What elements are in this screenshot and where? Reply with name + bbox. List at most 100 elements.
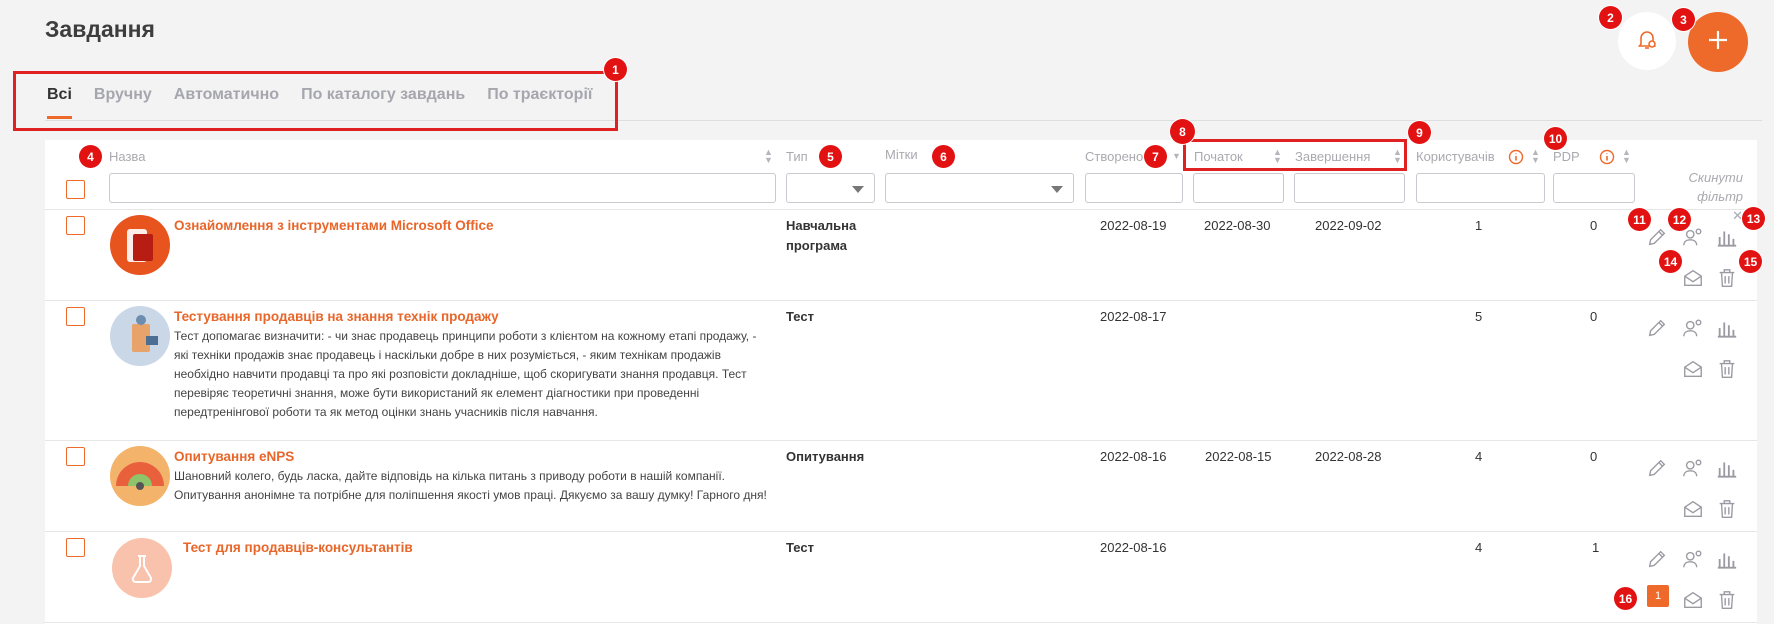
tags-filter-select[interactable]	[885, 173, 1074, 203]
statistics-icon[interactable]	[1716, 457, 1738, 479]
row-divider	[45, 209, 1757, 210]
created-date: 2022-08-19	[1100, 218, 1167, 233]
edit-icon[interactable]	[1646, 317, 1668, 339]
annotation-badge: 12	[1668, 208, 1691, 231]
edit-icon[interactable]	[1646, 548, 1668, 570]
statistics-icon[interactable]	[1716, 317, 1738, 339]
column-header-name[interactable]: Назва	[109, 149, 145, 164]
add-task-button[interactable]	[1688, 12, 1748, 72]
users-count: 1	[1475, 218, 1483, 233]
annotation-badge: 3	[1672, 8, 1695, 31]
row-divider	[45, 300, 1757, 301]
plus-icon	[1706, 28, 1730, 57]
pdp-count: 1	[1592, 540, 1600, 555]
statistics-icon[interactable]	[1716, 226, 1738, 248]
edit-icon[interactable]	[1646, 226, 1668, 248]
annotation-badge: 7	[1144, 145, 1167, 168]
notification-count-badge[interactable]: 1	[1647, 585, 1669, 607]
chevron-down-icon	[1051, 186, 1063, 193]
assign-user-icon[interactable]	[1682, 317, 1704, 339]
page-title: Завдання	[45, 16, 155, 42]
start-date: 2022-08-30	[1204, 218, 1271, 233]
pdp-count: 0	[1590, 218, 1598, 233]
delete-icon[interactable]	[1716, 498, 1738, 520]
annotation-badge: 13	[1742, 207, 1765, 230]
users-count: 4	[1475, 540, 1483, 555]
chevron-down-icon	[852, 186, 864, 193]
delete-icon[interactable]	[1716, 589, 1738, 611]
end-filter-input[interactable]	[1294, 173, 1405, 203]
users-filter-input[interactable]	[1416, 173, 1545, 203]
created-filter-input[interactable]	[1085, 173, 1183, 203]
column-header-tags: Мітки	[885, 147, 918, 162]
statistics-icon[interactable]	[1716, 548, 1738, 570]
task-type: Навчальна програма	[786, 218, 857, 253]
mail-icon[interactable]	[1682, 358, 1704, 380]
row-checkbox[interactable]	[66, 538, 85, 557]
end-date: 2022-09-02	[1315, 218, 1382, 233]
sort-icon[interactable]: ▲ ▼	[1622, 148, 1631, 165]
annotation-badge: 1	[604, 58, 627, 81]
created-date: 2022-08-16	[1100, 540, 1167, 555]
annotation-badge: 15	[1739, 250, 1762, 273]
task-type: Тест	[786, 540, 814, 555]
column-header-pdp[interactable]: PDP	[1553, 149, 1580, 164]
task-title[interactable]: Тест для продавців-консультантів	[183, 540, 413, 555]
annotation-badge: 16	[1614, 587, 1637, 610]
task-title[interactable]: Ознайомлення з інструментами Microsoft O…	[174, 218, 494, 233]
notification-settings-button[interactable]	[1618, 12, 1676, 70]
task-title[interactable]: Опитування eNPS	[174, 449, 294, 464]
created-date: 2022-08-16	[1100, 449, 1167, 464]
delete-icon[interactable]	[1716, 358, 1738, 380]
sort-desc-icon[interactable]: ▼	[1172, 152, 1181, 161]
task-description: Тест допомагає визначити: - чи знає прод…	[174, 329, 757, 419]
assign-user-icon[interactable]	[1682, 457, 1704, 479]
column-header-type[interactable]: Тип	[786, 149, 808, 164]
info-icon[interactable]	[1508, 149, 1524, 170]
info-icon[interactable]	[1599, 149, 1615, 170]
row-checkbox[interactable]	[66, 307, 85, 326]
reset-filter-button[interactable]: Скинути фільтр ✕	[1683, 168, 1743, 225]
mail-icon[interactable]	[1682, 498, 1704, 520]
task-description: Шановний колего, будь ласка, дайте відпо…	[174, 469, 767, 502]
annotation-badge: 6	[932, 145, 955, 168]
task-image-office	[110, 215, 170, 275]
annotation-badge: 4	[79, 145, 102, 168]
row-checkbox[interactable]	[66, 447, 85, 466]
users-count: 4	[1475, 449, 1483, 464]
annotation-badge: 2	[1599, 6, 1622, 29]
start-filter-input[interactable]	[1193, 173, 1284, 203]
type-filter-select[interactable]	[786, 173, 875, 203]
edit-icon[interactable]	[1646, 457, 1668, 479]
column-header-created[interactable]: Створено	[1085, 149, 1143, 164]
reset-filter-label: Скинути фільтр	[1688, 170, 1743, 204]
delete-icon[interactable]	[1716, 267, 1738, 289]
row-checkbox[interactable]	[66, 216, 85, 235]
pdp-count: 0	[1590, 449, 1598, 464]
task-image-test	[112, 538, 172, 598]
assign-user-icon[interactable]	[1682, 548, 1704, 570]
start-date: 2022-08-15	[1205, 449, 1272, 464]
created-date: 2022-08-17	[1100, 309, 1167, 324]
annotation-badge: 9	[1408, 121, 1431, 144]
mail-icon[interactable]	[1682, 589, 1704, 611]
annotation-badge: 5	[819, 145, 842, 168]
mail-icon[interactable]	[1682, 267, 1704, 289]
task-title[interactable]: Тестування продавців на знання технік пр…	[174, 309, 499, 324]
sort-icon[interactable]: ▲ ▼	[764, 148, 773, 165]
column-header-users[interactable]: Користувачів	[1416, 149, 1495, 164]
end-date: 2022-08-28	[1315, 449, 1382, 464]
row-divider	[45, 622, 1757, 623]
pdp-filter-input[interactable]	[1553, 173, 1635, 203]
name-filter-input[interactable]	[109, 173, 776, 203]
sort-icon[interactable]: ▲ ▼	[1531, 148, 1540, 165]
pdp-count: 0	[1590, 309, 1598, 324]
annotation-badge: 14	[1659, 250, 1682, 273]
select-all-checkbox[interactable]	[66, 180, 85, 199]
task-type: Тест	[786, 309, 814, 324]
annotation-badge: 8	[1170, 119, 1195, 144]
row-divider	[45, 440, 1757, 441]
annotation-badge: 11	[1628, 208, 1651, 231]
annotation-box-dates	[1183, 139, 1407, 171]
task-image-enps	[110, 446, 170, 506]
